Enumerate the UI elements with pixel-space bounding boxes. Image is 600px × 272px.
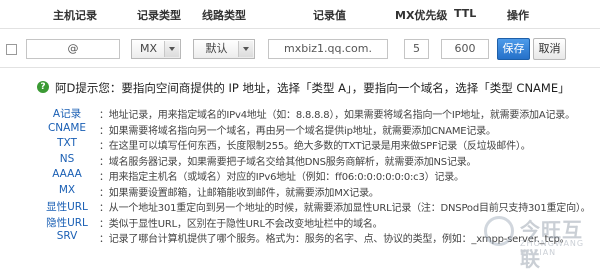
record-edit-row: @ MX 默认 mxbiz1.qq.com. 5 600 保存 取消 [0,36,600,62]
type-desc: ：如果需要将域名指向另一个域名，再由另一个域名提供ip地址，就需要添加CNAME… [99,125,496,137]
save-button[interactable]: 保存 [497,38,530,60]
type-name: SRV [56,230,78,242]
list-item: NS ：域名服务器记录，如果需要把子域名交给其他DNS服务商解析，就需要添加NS… [37,153,599,169]
list-item: TXT ：在这里可以填写任何东西，长度限制255。绝大多数的TXT记录是用来做S… [37,137,599,153]
type-name: A记录 [52,108,82,120]
row-checkbox[interactable] [6,44,17,55]
column-header-mx: MX优先级 [395,9,448,22]
tip-text: 阿D提示您：要指向空间商提供的 IP 地址，选择「类型 A」，要指向一个域名，选… [55,81,570,95]
header-divider [0,28,600,29]
watermark-logo: 今旺互联 ZHONGWANG HULIAN [484,212,594,271]
line-type-value: 默认 [205,42,228,55]
line-type-select[interactable]: 默认 [193,39,255,59]
type-desc: ：用来指定主机名（或域名）对应的IPv6地址（例如：ff06:0:0:0:0:0… [99,172,464,183]
mx-priority-input[interactable]: 5 [404,39,429,59]
list-item: AAAA ：用来指定主机名（或域名）对应的IPv6地址（例如：ff06:0:0:… [37,168,599,184]
list-item: MX ：如果需要设置邮箱，让邮箱能收到邮件，就需要添加MX记录。 [37,184,599,200]
type-desc: ：域名服务器记录，如果需要把子域名交给其他DNS服务商解析，就需要添加NS记录。 [99,156,477,168]
logo-ring-icon [484,216,514,246]
chevron-down-icon [164,41,179,57]
type-name: NS [59,152,75,165]
column-header-host: 主机记录 [53,9,97,22]
question-icon: ? [37,81,49,93]
column-header-ttl: TTL [454,7,477,20]
record-value-input[interactable]: mxbiz1.qq.com. [268,39,388,59]
row-divider [0,67,600,68]
type-name: TXT [57,137,77,149]
type-desc: ：在这里可以填写任何东西，长度限制255。绝大多数的TXT记录是用来做SPF记录… [99,141,531,152]
list-item: A记录 ：地址记录，用来指定域名的IPv4地址（如：8.8.8.8），如果需要将… [37,106,599,122]
type-desc: ：地址记录，用来指定域名的IPv4地址（如：8.8.8.8），如果需要将域名指向… [99,110,575,121]
watermark-en: ZHONGWANG HULIAN [520,239,585,257]
chevron-down-icon [238,41,253,57]
type-name: 隐性URL [46,216,88,229]
column-header-type: 记录类型 [137,9,181,22]
ttl-input[interactable]: 600 [441,39,489,59]
column-header-ops: 操作 [507,9,529,22]
type-desc: ：如果需要设置邮箱，让邮箱能收到邮件，就需要添加MX记录。 [99,187,379,199]
type-name: CNAME [47,121,87,134]
table-header: 主机记录 记录类型 线路类型 记录值 MX优先级 TTL 操作 [0,0,600,28]
type-name: 显性URL [46,201,88,213]
host-input[interactable]: @ [26,39,120,59]
column-header-line: 线路类型 [202,9,246,22]
type-desc: ：类似于显性URL，区别在于隐性URL不会改变地址栏中的域名。 [99,218,383,230]
list-item: CNAME ：如果需要将域名指向另一个域名，再由另一个域名提供ip地址，就需要添… [37,122,599,138]
type-name: MX [58,183,76,196]
record-type-select[interactable]: MX [131,39,181,59]
type-name: AAAA [52,168,82,180]
record-type-value: MX [139,42,158,55]
cancel-button[interactable]: 取消 [533,38,566,60]
column-header-value: 记录值 [313,9,346,22]
